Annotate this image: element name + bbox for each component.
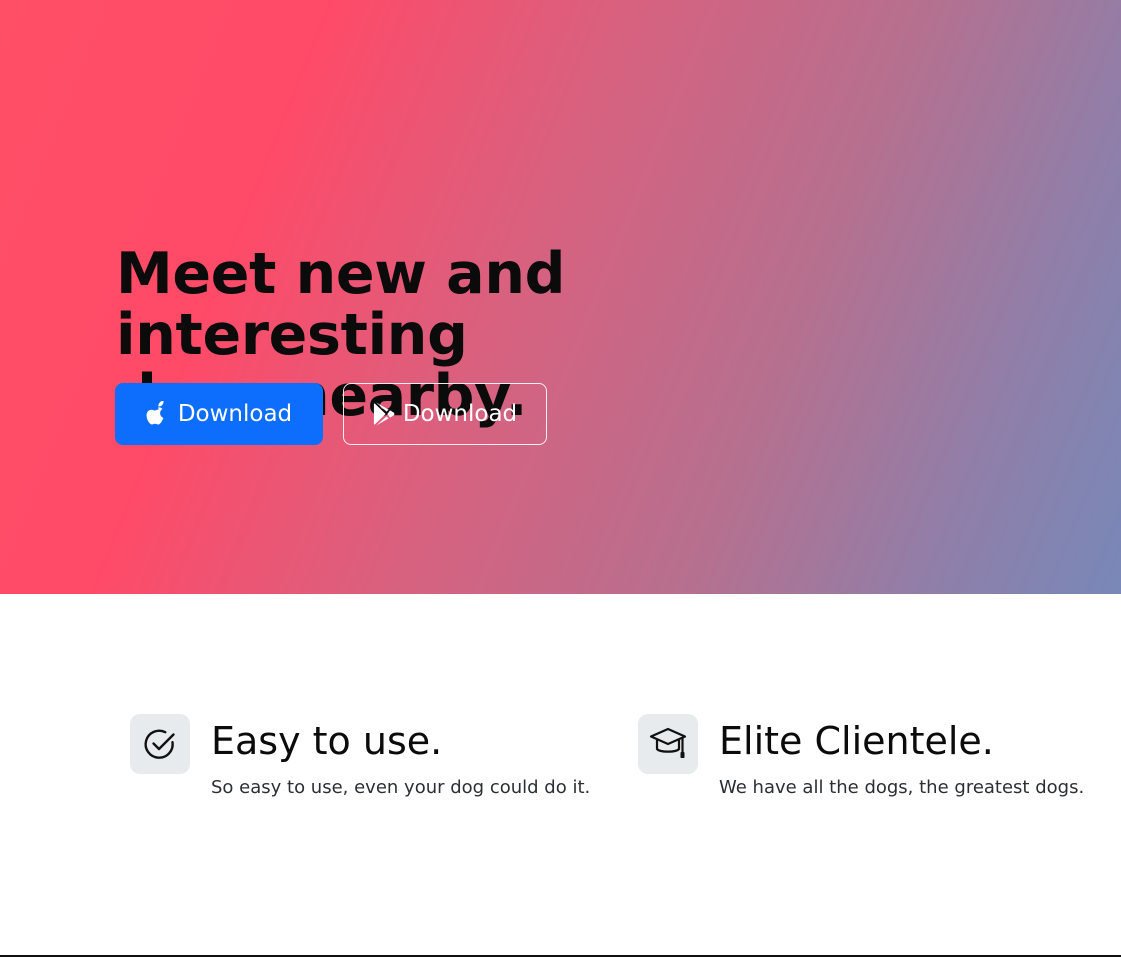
- apple-icon: [146, 401, 170, 427]
- google-play-icon: [373, 402, 395, 426]
- hero-title-line-1: Meet new and interesting: [116, 241, 566, 368]
- google-play-download-label: Download: [402, 401, 518, 427]
- feature-description: So easy to use, even your dog could do i…: [211, 777, 591, 798]
- google-play-download-button[interactable]: Download: [343, 383, 547, 445]
- feature-title: Elite Clientele.: [719, 719, 994, 763]
- app-store-download-button[interactable]: Download: [115, 383, 323, 445]
- feature-description: We have all the dogs, the greatest dogs.: [719, 777, 1085, 798]
- feature-title: Easy to use.: [211, 719, 443, 763]
- mortarboard-icon: [638, 714, 698, 774]
- hero-section: Meet new and interesting dogs nearby. Do…: [0, 0, 1121, 594]
- app-store-download-label: Download: [177, 401, 293, 427]
- check-circle-icon: [130, 714, 190, 774]
